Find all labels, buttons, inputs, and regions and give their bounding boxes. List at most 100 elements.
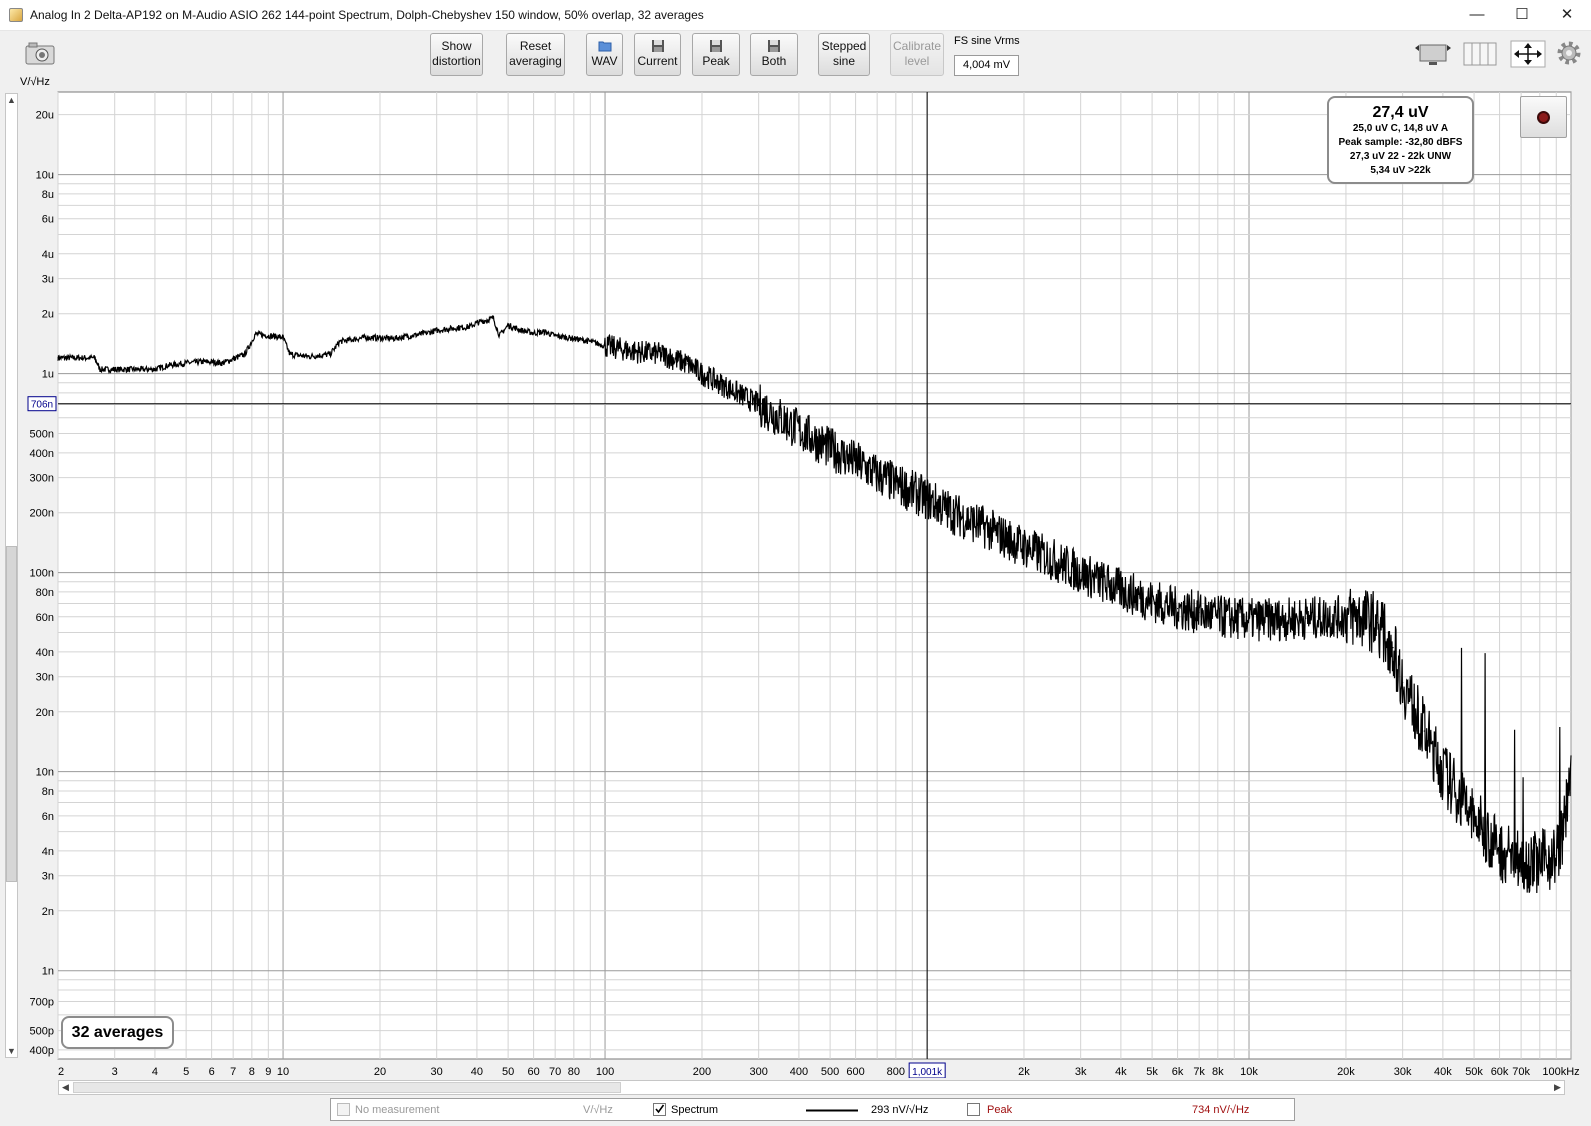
maximize-button[interactable]: ☐	[1500, 0, 1544, 31]
stepped-sine-label-1: Stepped	[821, 39, 867, 53]
record-button[interactable]	[1520, 96, 1567, 138]
horizontal-scrollbar[interactable]: ◀ ▶	[58, 1080, 1565, 1095]
data-point	[1273, 619, 1276, 621]
data-point	[854, 461, 857, 463]
y-tick-label: 8u	[42, 189, 54, 201]
data-point	[895, 483, 897, 485]
peak-legend-label: Peak	[987, 1104, 1013, 1116]
x-tick-label: 10	[277, 1066, 289, 1078]
x-tick-label: 20k	[1337, 1066, 1355, 1078]
x-tick-label: 400	[790, 1066, 808, 1078]
x-tick-label: 30	[431, 1066, 443, 1078]
data-point	[339, 340, 341, 343]
spectrum-label: Spectrum	[671, 1104, 719, 1116]
y-tick-label: 10u	[36, 170, 54, 182]
x-tick-label: 8k	[1212, 1066, 1224, 1078]
x-tick-label: 4	[152, 1066, 158, 1078]
x-tick-label: 5	[183, 1066, 189, 1078]
checkmark-icon	[655, 1104, 665, 1114]
data-point	[1023, 546, 1025, 548]
data-point	[254, 333, 256, 335]
save-current-button[interactable]: Current	[634, 33, 681, 76]
cursor-y-label: 706n	[31, 400, 53, 411]
data-point	[289, 353, 291, 355]
scroll-left-arrow-icon[interactable]: ◀	[60, 1082, 71, 1093]
x-tick-label: 70k	[1512, 1066, 1530, 1078]
floppy-icon	[651, 40, 664, 52]
show-distortion-label-2: distortion	[432, 54, 481, 68]
data-point	[507, 324, 509, 326]
show-distortion-button[interactable]: Show distortion	[430, 33, 483, 76]
save-both-button[interactable]: Both	[750, 33, 798, 76]
x-tick-label: 5k	[1146, 1066, 1158, 1078]
stats-line: 5,34 uV >22k	[1370, 165, 1431, 176]
calibrate-level-button[interactable]: Calibrate level	[890, 33, 944, 76]
window-size-icon[interactable]	[1414, 40, 1452, 68]
pan-arrows-icon[interactable]	[1510, 40, 1546, 68]
data-point	[244, 353, 246, 355]
y-unit-label: V/√Hz	[20, 76, 50, 88]
data-point	[1563, 830, 1565, 833]
columns-icon[interactable]	[1462, 40, 1498, 68]
camera-icon[interactable]	[24, 42, 56, 66]
data-point	[533, 332, 535, 334]
minimize-button[interactable]: —	[1455, 0, 1499, 31]
x-tick-label: 80	[568, 1066, 580, 1078]
stats-readout: 27,4 uV 25,0 uV C, 14,8 uV A Peak sample…	[1327, 96, 1474, 184]
data-point	[469, 326, 471, 328]
data-point	[57, 357, 59, 359]
y-tick-label: 6n	[42, 811, 54, 823]
x-tick-label: 800	[887, 1066, 905, 1078]
fs-sine-input[interactable]: 4,004 mV	[954, 55, 1019, 76]
data-point	[1248, 619, 1250, 621]
data-point	[1442, 771, 1444, 773]
y-tick-label: 20n	[36, 707, 54, 719]
data-point	[307, 355, 310, 358]
gear-icon[interactable]	[1556, 40, 1582, 66]
y-tick-label: 4n	[42, 846, 54, 858]
cursor-x-label: 1,001k	[912, 1067, 943, 1078]
y-tick-label: 3n	[42, 871, 54, 883]
spectrum-plot-area[interactable]: 20u 10u 8u 6u 4u 3u 2u 1u 500n 400n 300n 200n 100n 80…	[0, 88, 1591, 1078]
close-button[interactable]: ✕	[1545, 0, 1589, 31]
scroll-right-arrow-icon[interactable]: ▶	[1552, 1082, 1563, 1093]
reset-averaging-label-2: averaging	[509, 54, 562, 68]
current-label: Current	[637, 54, 678, 68]
peak-checkbox[interactable]	[967, 1103, 980, 1116]
x-tick-label: 20	[374, 1066, 386, 1078]
data-point	[1217, 616, 1219, 618]
data-point	[1176, 607, 1179, 610]
horizontal-scroll-thumb[interactable]	[73, 1082, 621, 1093]
y-tick-label: 400n	[30, 448, 54, 460]
wav-button[interactable]: WAV	[586, 33, 623, 76]
reset-averaging-button[interactable]: Reset averaging	[506, 33, 565, 76]
data-point	[983, 526, 985, 528]
data-point	[1392, 647, 1394, 649]
x-tick-label: 30k	[1394, 1066, 1412, 1078]
data-point	[1054, 559, 1056, 562]
spectrum-plot[interactable]: 20u 10u 8u 6u 4u 3u 2u 1u 500n 400n 300n 200n 100n 80…	[0, 88, 1591, 1078]
data-point	[449, 328, 451, 330]
title-bar: Analog In 2 Delta-AP192 on M-Audio ASIO …	[0, 0, 1591, 31]
peak-legend-value: 734 nV/√Hz	[1192, 1104, 1250, 1116]
data-point	[1423, 730, 1425, 732]
spectrum-checkbox[interactable]	[653, 1103, 666, 1116]
y-tick-label: 20u	[36, 110, 54, 122]
x-tick-label: 6k	[1172, 1066, 1184, 1078]
x-tick-label: 9	[265, 1066, 271, 1078]
data-point	[457, 327, 459, 329]
y-tick-label: 1n	[42, 966, 54, 978]
data-point	[1345, 616, 1347, 618]
stepped-sine-button[interactable]: Stepped sine	[818, 33, 870, 76]
y-tick-label: 30n	[36, 672, 54, 684]
data-point	[167, 364, 169, 366]
y-tick-label: 3u	[42, 274, 54, 286]
data-point	[1151, 600, 1153, 602]
no-measurement-checkbox[interactable]	[337, 1103, 350, 1116]
data-point	[701, 373, 703, 375]
save-peak-button[interactable]: Peak	[692, 33, 740, 76]
data-point	[686, 363, 688, 365]
data-point	[329, 353, 331, 355]
y-tick-label: 500n	[30, 429, 54, 441]
x-tick-label: 100kHz	[1542, 1066, 1579, 1078]
